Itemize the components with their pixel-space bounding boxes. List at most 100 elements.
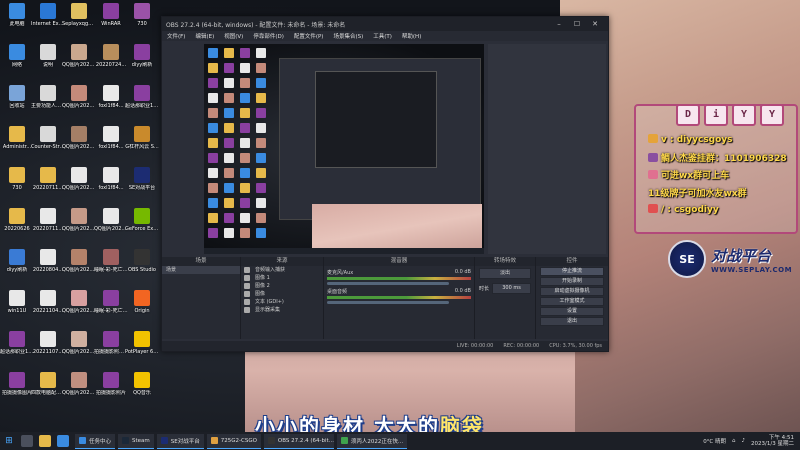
- volume-slider[interactable]: [327, 282, 450, 285]
- desktop-icon-image: [103, 44, 119, 60]
- control-button[interactable]: 启动虚拟摄像机: [540, 287, 604, 296]
- overlay-line-icon: [648, 170, 658, 179]
- mixer-channel-name: 桌面音频: [327, 289, 348, 295]
- taskbar-task-icon: [79, 437, 86, 444]
- desktop-icon-image: [40, 85, 56, 101]
- menu-item[interactable]: 文件(F): [167, 32, 185, 40]
- clock[interactable]: 下午 4:51 2023/1/3 星期二: [751, 435, 794, 447]
- diy-tile: i: [704, 104, 728, 126]
- desktop-icon[interactable]: 四款电脑配置...: [31, 369, 65, 417]
- file-explorer-icon[interactable]: [39, 435, 51, 447]
- desktop-icon-label: OBS Studio: [128, 267, 156, 273]
- preview-taskbar: [204, 248, 484, 254]
- desktop-icon-image: [134, 85, 150, 101]
- close-icon[interactable]: ✕: [586, 20, 604, 28]
- preview-mini-icon: [256, 78, 266, 88]
- menu-item[interactable]: 编辑(E): [195, 32, 214, 40]
- taskbar-task[interactable]: 任务中心: [75, 433, 116, 449]
- desktop-icon-image: [71, 290, 87, 306]
- taskbar-task[interactable]: OBS 27.2.4 (64-bit...: [263, 433, 334, 449]
- menu-item[interactable]: 停靠部件(D): [253, 32, 284, 40]
- control-button[interactable]: 设置: [540, 307, 604, 316]
- preview-mini-icon: [240, 138, 250, 148]
- preview-mini-icon: [256, 138, 266, 148]
- obs-preview[interactable]: [204, 44, 484, 254]
- source-item[interactable]: 图像 1: [241, 274, 323, 282]
- overlay-line: / : csgodiyy: [648, 204, 719, 215]
- desktop-icon-label: foxl1f84...: [98, 103, 124, 109]
- preview-mini-icon: [208, 213, 218, 223]
- edge-icon[interactable]: [57, 435, 69, 447]
- source-label: 图像 1: [255, 275, 270, 281]
- desktop-icon[interactable]: 拍摄摄像图片: [2, 369, 32, 417]
- desktop-icon-image: [71, 372, 87, 388]
- control-button[interactable]: 工作室模式: [540, 297, 604, 306]
- search-icon[interactable]: [21, 435, 33, 447]
- menu-item[interactable]: 帮助(H): [402, 32, 421, 40]
- taskbar-task[interactable]: Steam: [118, 433, 154, 449]
- scenes-dock: 场景 场景: [162, 257, 241, 339]
- live-status: LIVE: 00:00:00: [456, 343, 494, 349]
- volume-slider[interactable]: [327, 301, 450, 304]
- minimize-icon[interactable]: –: [550, 20, 568, 28]
- menu-item[interactable]: 场景集合(S): [333, 32, 363, 40]
- desktop-icon-image: [71, 331, 87, 347]
- desktop-icon-label: 四款电脑配置...: [31, 390, 65, 396]
- start-icon[interactable]: ⊞: [0, 432, 18, 450]
- overlay-line: 可进wx群可上车: [648, 168, 729, 181]
- source-item[interactable]: 图像: [241, 290, 323, 298]
- taskbar-task[interactable]: 725G2-CSGO: [206, 433, 261, 449]
- sources-header: 来源: [241, 257, 323, 266]
- control-button[interactable]: 退出: [540, 317, 604, 326]
- taskbar-task-icon: [267, 437, 275, 444]
- source-item[interactable]: 显示器采集: [241, 306, 323, 314]
- desktop-icon-image: [40, 3, 56, 19]
- weather-text[interactable]: 0°C 晴朗: [703, 437, 726, 445]
- preview-mini-icon: [240, 108, 250, 118]
- mixer-channel: 麦克风/Aux 0.0 dB: [327, 269, 471, 285]
- desktop-icon[interactable]: QQ图片2022050...: [62, 369, 96, 417]
- desktop-icon-label: foxl1f84...: [98, 185, 124, 191]
- volume-icon[interactable]: ♪: [742, 438, 746, 444]
- preview-overlay-strip: [488, 44, 606, 254]
- desktop-icon[interactable]: 拍摄摄影照片: [96, 369, 126, 417]
- desktop-icon-label: QQ图片2022081...: [62, 62, 96, 68]
- scene-item[interactable]: 场景: [162, 266, 240, 274]
- desktop-icon-label: 730: [137, 21, 147, 27]
- source-item[interactable]: 文本 (GDI+): [241, 298, 323, 306]
- transition-select[interactable]: 淡出: [479, 268, 531, 279]
- preview-mini-icon: [208, 93, 218, 103]
- obs-menubar: 文件(F) 编辑(E) 视图(V) 停靠部件(D) 配置文件(P) 场景集合(S) 工具(T…: [162, 31, 608, 41]
- preview-mini-icon: [208, 228, 218, 238]
- maximize-icon[interactable]: ☐: [568, 20, 586, 28]
- taskbar: ⊞ 任务中心 Steam SE对战平台 725G2-CSGO OBS 27.2.4 (6…: [0, 432, 800, 450]
- control-button[interactable]: 开始录制: [540, 277, 604, 286]
- source-item[interactable]: 音频输入捕获: [241, 266, 323, 274]
- desktop-icon-label: 说明: [42, 62, 53, 68]
- taskbar-task-label: Steam: [132, 437, 150, 444]
- taskbar-task[interactable]: SE对战平台: [156, 433, 204, 449]
- taskbar-task[interactable]: 须丙人2022正在快...: [336, 433, 407, 449]
- obs-window[interactable]: OBS 27.2.4 (64-bit, windows) - 配置文件: 未命名…: [161, 16, 609, 352]
- obs-statusbar: LIVE: 00:00:00 REC: 00:00:00 CPU: 3.7%, …: [162, 341, 608, 351]
- desktop-icon-label: 网络: [11, 62, 22, 68]
- preview-mini-icon: [256, 168, 266, 178]
- preview-mini-icon: [240, 63, 250, 73]
- menu-item[interactable]: 工具(T): [373, 32, 392, 40]
- source-item[interactable]: 图像 2: [241, 282, 323, 290]
- network-icon[interactable]: ⌂: [732, 438, 736, 444]
- desktop-icon-label: WinRAR: [101, 21, 121, 27]
- overlay-line-icon: [648, 134, 658, 143]
- menu-item[interactable]: 视图(V): [224, 32, 243, 40]
- control-button[interactable]: 停止推流: [540, 267, 604, 276]
- menu-item[interactable]: 配置文件(P): [294, 32, 324, 40]
- desktop-icon-label: QQ图片2022081...: [62, 144, 96, 150]
- desktop-icon-label: 拍摄摄影照片...: [94, 349, 128, 355]
- desktop-icon-label: 拍摄摄像图片: [1, 390, 32, 396]
- desktop-icon-label: QQ图片2022090...: [62, 226, 96, 232]
- desktop-icon-label: 20220804...: [32, 267, 64, 273]
- obs-titlebar[interactable]: OBS 27.2.4 (64-bit, windows) - 配置文件: 未命名…: [162, 17, 608, 31]
- desktop-icon[interactable]: QQ音乐: [127, 369, 157, 417]
- duration-input[interactable]: 300 ms: [492, 283, 531, 294]
- taskbar-task-label: 任务中心: [89, 438, 112, 445]
